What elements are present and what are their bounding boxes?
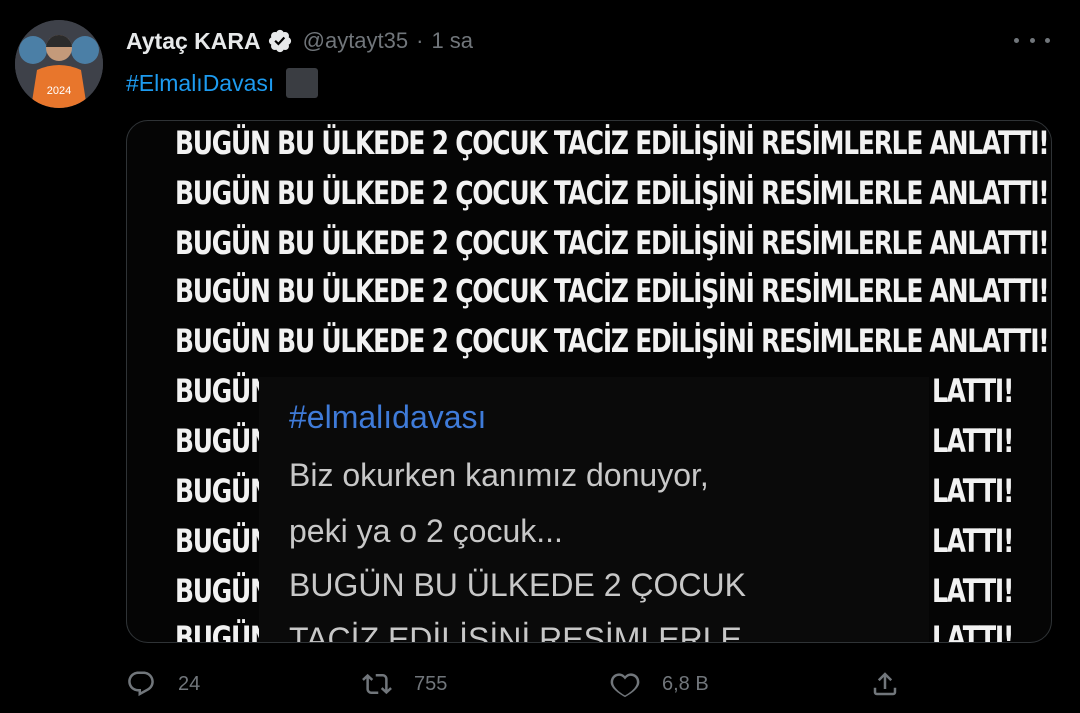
overlay-line: Biz okurken kanımız donuyor, <box>289 457 709 493</box>
banner-fragment-left: BUGÜN <box>175 422 271 460</box>
banner-fragment-right: LATTI! <box>932 372 1014 410</box>
like-icon <box>610 673 640 698</box>
separator-dot: · <box>416 28 424 53</box>
verified-badge-icon <box>267 28 293 54</box>
tweet-text: #ElmalıDavası <box>126 66 319 100</box>
banner-fragment-left: BUGÜN <box>175 572 271 610</box>
tweet-media[interactable]: BUGÜN BU ÜLKEDE 2 ÇOCUK TACİZ EDİLİŞİNİ … <box>126 120 1052 643</box>
hashtag-link[interactable]: #ElmalıDavası <box>126 70 274 97</box>
banner-line: BUGÜN BU ÜLKEDE 2 ÇOCUK TACİZ EDİLİŞİNİ … <box>175 124 1050 162</box>
overlay-text-box: #elmalıdavası Biz okurken kanımız donuyo… <box>259 377 929 643</box>
banner-line: BUGÜN BU ÜLKEDE 2 ÇOCUK TACİZ EDİLİŞİNİ … <box>175 174 1050 212</box>
tweet-actions: 24 755 6,8 B <box>126 664 1050 704</box>
more-icon[interactable] <box>1014 26 1050 54</box>
banner-fragment-left: BUGÜN <box>175 472 271 510</box>
banner-fragment-left: BUGÜN <box>175 619 271 643</box>
reply-count: 24 <box>178 672 201 695</box>
overlay-hashtag: #elmalıdavası <box>289 399 487 435</box>
reply-icon <box>128 671 154 697</box>
author-handle[interactable]: @aytayt35 <box>303 28 409 54</box>
banner-line: BUGÜN BU ÜLKEDE 2 ÇOCUK TACİZ EDİLİŞİNİ … <box>175 224 1050 262</box>
timestamp[interactable]: 1 sa <box>431 28 473 54</box>
banner-fragment-right: LATTI! <box>932 472 1014 510</box>
reply-button[interactable]: 24 <box>126 664 200 704</box>
retweet-icon <box>362 673 392 695</box>
jersey-number: 2024 <box>47 85 71 97</box>
author-name[interactable]: Aytaç KARA <box>126 28 261 55</box>
banner-line: BUGÜN BU ÜLKEDE 2 ÇOCUK TACİZ EDİLİŞİNİ … <box>175 322 1050 360</box>
like-button[interactable]: 6,8 B <box>610 664 709 704</box>
retweet-count: 755 <box>414 672 448 695</box>
share-button[interactable] <box>870 664 922 704</box>
banner-fragment-right: LATTI! <box>932 422 1014 460</box>
banner-fragment-left: BUGÜN <box>175 522 271 560</box>
avatar[interactable]: 2024 <box>15 20 103 108</box>
retweet-button[interactable]: 755 <box>362 664 447 704</box>
overlay-line: TACİZ EDİLİŞİNİ RESİMLERLE <box>289 621 742 643</box>
overlay-line: BUGÜN BU ÜLKEDE 2 ÇOCUK <box>289 567 746 603</box>
overlay-line: peki ya o 2 çocuk... <box>289 513 563 549</box>
tweet-header: Aytaç KARA @aytayt35 · 1 sa <box>126 24 473 58</box>
banner-fragment-right: LATTI! <box>932 572 1014 610</box>
banner-fragment-left: BUGÜN <box>175 372 271 410</box>
banner-line: BUGÜN BU ÜLKEDE 2 ÇOCUK TACİZ EDİLİŞİNİ … <box>175 272 1050 310</box>
emoji-placeholder <box>286 68 319 98</box>
like-count: 6,8 B <box>662 672 709 695</box>
banner-fragment-right: LATTI! <box>932 619 1014 643</box>
avatar-image: 2024 <box>15 20 103 108</box>
share-icon <box>873 672 897 696</box>
banner-fragment-right: LATTI! <box>932 522 1014 560</box>
